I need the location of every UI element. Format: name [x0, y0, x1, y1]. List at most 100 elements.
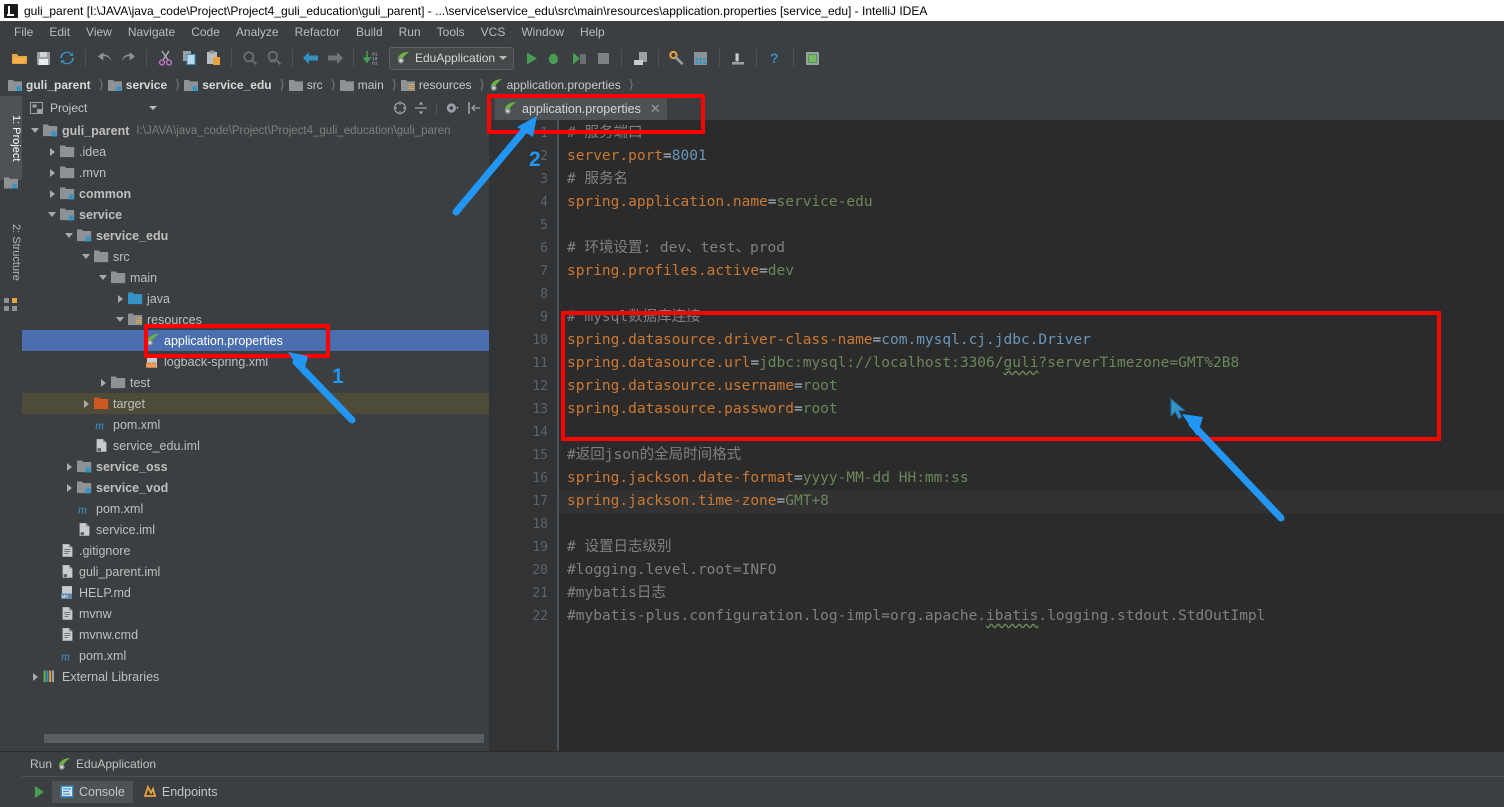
help-icon[interactable]: ?: [764, 47, 786, 69]
tree-row[interactable]: guli_parent.iml: [22, 561, 489, 582]
stop-icon[interactable]: [592, 47, 614, 69]
code-line[interactable]: spring.application.name=service-edu: [567, 191, 873, 214]
code-line[interactable]: #mybatis-plus.configuration.log-impl=org…: [567, 605, 1265, 628]
tree-row[interactable]: guli_parent I:\JAVA\java_code\Project\Pro…: [22, 120, 489, 141]
tree-expand-down-icon[interactable]: [81, 251, 92, 262]
code-line[interactable]: spring.datasource.url=jdbc:mysql://local…: [567, 352, 1239, 375]
project-tree[interactable]: guli_parent I:\JAVA\java_code\Project\Pro…: [22, 120, 489, 729]
tree-row[interactable]: m pom.xml: [22, 414, 489, 435]
tree-expand-right-icon[interactable]: [30, 671, 41, 682]
project-structure-icon[interactable]: [690, 47, 712, 69]
code-line[interactable]: # 设置日志级别: [567, 536, 671, 559]
tree-row[interactable]: main: [22, 267, 489, 288]
code-line[interactable]: # 服务名: [567, 168, 628, 191]
cut-icon[interactable]: [154, 47, 176, 69]
code-line[interactable]: #返回json的全局时间格式: [567, 444, 741, 467]
tree-row[interactable]: .gitignore: [22, 540, 489, 561]
tree-expand-right-icon[interactable]: [47, 188, 58, 199]
menu-item-build[interactable]: Build: [348, 23, 391, 41]
tree-expand-right-icon[interactable]: [64, 482, 75, 493]
tree-row[interactable]: service_oss: [22, 456, 489, 477]
tree-row[interactable]: MD HELP.md: [22, 582, 489, 603]
tree-expand-down-icon[interactable]: [98, 272, 109, 283]
run-with-coverage-icon[interactable]: [568, 47, 590, 69]
menu-item-vcs[interactable]: VCS: [473, 23, 514, 41]
scrollbar-thumb[interactable]: [44, 734, 484, 743]
tree-expand-down-icon[interactable]: [64, 230, 75, 241]
menu-item-run[interactable]: Run: [391, 23, 429, 41]
code-line[interactable]: spring.datasource.username=root: [567, 375, 838, 398]
close-icon[interactable]: ✕: [650, 101, 661, 117]
breadcrumb-item-src[interactable]: src ⟩: [288, 77, 340, 93]
collapse-target-icon[interactable]: [393, 101, 407, 115]
save-all-icon[interactable]: [32, 47, 54, 69]
breadcrumb-item-application-properties[interactable]: application.properties ⟩: [489, 77, 638, 93]
code-line[interactable]: spring.jackson.date-format=yyyy-MM-dd HH…: [567, 467, 969, 490]
menu-item-edit[interactable]: Edit: [41, 23, 78, 41]
editor-tab-application-properties[interactable]: application.properties ✕: [495, 97, 667, 120]
tree-row[interactable]: service: [22, 204, 489, 225]
menu-item-refactor[interactable]: Refactor: [287, 23, 348, 41]
tree-row[interactable]: common: [22, 183, 489, 204]
undo-icon[interactable]: [93, 47, 115, 69]
tree-row[interactable]: application.properties: [22, 330, 489, 351]
menu-item-analyze[interactable]: Analyze: [228, 23, 287, 41]
code-line[interactable]: spring.jackson.time-zone=GMT+8: [567, 490, 829, 513]
code-line[interactable]: #logging.level.root=INFO: [567, 559, 777, 582]
tree-row[interactable]: External Libraries: [22, 666, 489, 687]
tree-row[interactable]: service.iml: [22, 519, 489, 540]
tree-row[interactable]: service_edu.iml: [22, 435, 489, 456]
update-project-icon[interactable]: 01 10 01: [361, 47, 383, 69]
tree-expand-right-icon[interactable]: [47, 167, 58, 178]
tree-row[interactable]: .mvn: [22, 162, 489, 183]
tree-expand-down-icon[interactable]: [30, 125, 41, 136]
breadcrumb-item-service-edu[interactable]: service_edu ⟩: [184, 77, 288, 93]
tree-expand-down-icon[interactable]: [115, 314, 126, 325]
attach-process-icon[interactable]: [629, 47, 651, 69]
code-line[interactable]: spring.profiles.active=dev: [567, 260, 794, 283]
tree-row[interactable]: m pom.xml: [22, 645, 489, 666]
breadcrumb-item-resources[interactable]: resources ⟩: [400, 77, 489, 93]
menu-item-file[interactable]: File: [6, 23, 41, 41]
tree-row[interactable]: target: [22, 393, 489, 414]
paste-icon[interactable]: [202, 47, 224, 69]
breadcrumb-item-main[interactable]: main ⟩: [339, 77, 401, 93]
tree-row[interactable]: service_edu: [22, 225, 489, 246]
run-icon[interactable]: [520, 47, 542, 69]
tree-row[interactable]: .idea: [22, 141, 489, 162]
tree-expand-right-icon[interactable]: [47, 146, 58, 157]
menu-item-window[interactable]: Window: [513, 23, 572, 41]
tree-expand-right-icon[interactable]: [81, 398, 92, 409]
forward-icon[interactable]: [324, 47, 346, 69]
code-line[interactable]: # mysql数据库连接: [567, 306, 701, 329]
breadcrumb-item-service[interactable]: service ⟩: [107, 77, 184, 93]
hide-panel-icon[interactable]: [467, 101, 481, 115]
tree-expand-right-icon[interactable]: [115, 293, 126, 304]
run-configuration-selector[interactable]: EduApplication: [389, 46, 515, 70]
tool-window-tab-structure[interactable]: 2: Structure: [0, 202, 22, 302]
chevron-down-icon[interactable]: [149, 106, 158, 110]
code-line[interactable]: # 服务端口: [567, 122, 642, 145]
tree-row[interactable]: test: [22, 372, 489, 393]
database-icon[interactable]: [801, 47, 823, 69]
settings-wrench-icon[interactable]: [666, 47, 688, 69]
tree-row[interactable]: service_vod: [22, 477, 489, 498]
code-line[interactable]: spring.datasource.driver-class-name=com.…: [567, 329, 1091, 352]
menu-item-view[interactable]: View: [78, 23, 120, 41]
rerun-icon[interactable]: [28, 781, 50, 803]
gear-icon[interactable]: [445, 101, 460, 115]
tool-window-tab-project[interactable]: 1: Project: [0, 96, 22, 180]
menu-item-help[interactable]: Help: [572, 23, 613, 41]
tree-row[interactable]: mvnw.cmd: [22, 624, 489, 645]
tab-endpoints[interactable]: Endpoints: [135, 781, 226, 803]
tree-expand-right-icon[interactable]: [98, 377, 109, 388]
debug-icon[interactable]: [544, 47, 566, 69]
sync-refresh-icon[interactable]: [56, 47, 78, 69]
code-line[interactable]: spring.datasource.password=root: [567, 398, 838, 421]
tree-row[interactable]: java: [22, 288, 489, 309]
breadcrumb-item-guli-parent[interactable]: guli_parent ⟩: [8, 77, 108, 93]
build-icon[interactable]: [727, 47, 749, 69]
redo-icon[interactable]: [117, 47, 139, 69]
tree-expand-down-icon[interactable]: [47, 209, 58, 220]
tree-row[interactable]: src: [22, 246, 489, 267]
